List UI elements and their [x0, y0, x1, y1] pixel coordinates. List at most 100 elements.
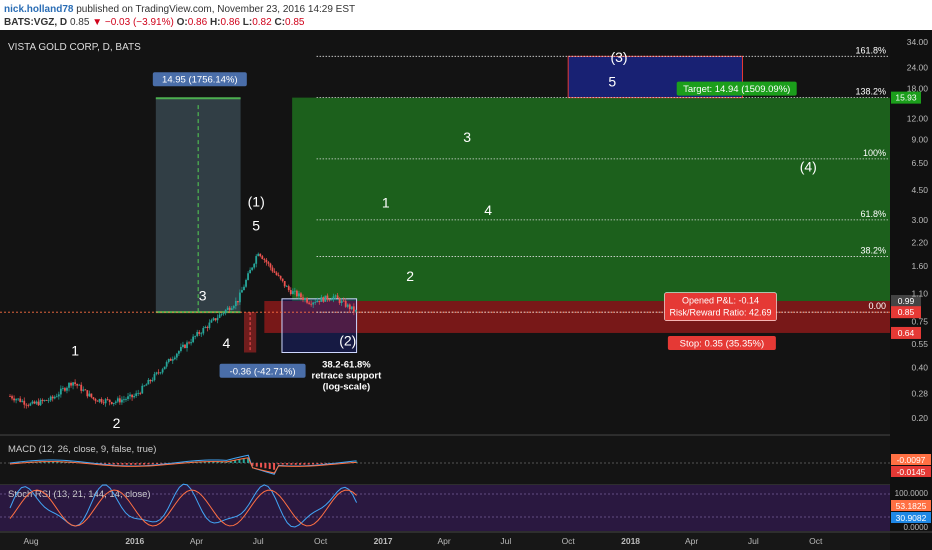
candle-body: [88, 393, 91, 397]
candle-body: [159, 372, 162, 374]
candle-body: [90, 393, 93, 398]
macd-bar: [147, 463, 150, 465]
wave-label: 5: [252, 217, 260, 233]
y-tick-label: 1.60: [911, 261, 928, 271]
fib-level-label: 100%: [863, 148, 886, 158]
candle-body: [196, 332, 199, 336]
candle-body: [35, 401, 38, 404]
macd-bar: [108, 463, 111, 465]
candle-body: [273, 271, 276, 273]
y-tick-label: 3.00: [911, 215, 928, 225]
macd-value-text: -0.0145: [897, 467, 926, 477]
candle-body: [302, 297, 304, 300]
macd-bar: [121, 463, 124, 465]
candle-body: [198, 332, 201, 334]
macd-bar: [307, 463, 310, 465]
wave-label: 3: [463, 129, 471, 145]
author-name[interactable]: nick.holland78: [4, 4, 73, 15]
candle-body: [80, 384, 83, 391]
candle-body: [320, 297, 323, 302]
candle-body: [204, 326, 207, 328]
wave-label: (3): [610, 49, 627, 65]
candle-body: [226, 307, 229, 310]
macd-bar: [299, 463, 302, 465]
price-change: −0.03 (−3.91%): [104, 17, 174, 28]
high-value: 0.86: [220, 17, 240, 28]
candle-body: [236, 300, 239, 303]
candle-body: [261, 256, 264, 260]
x-tick-label: Apr: [190, 536, 203, 546]
candle-body: [29, 403, 32, 406]
macd-bar: [138, 463, 141, 465]
price-chart[interactable]: 161.8% 138.2% 100% 61.8% 38.2% 0.00 14.95 (17…: [0, 30, 932, 550]
retrace-note: 38.2-61.8%: [322, 359, 371, 370]
candle-body: [125, 398, 127, 400]
wave-label: 1: [382, 195, 390, 211]
candle-body: [253, 263, 256, 268]
candle-body: [348, 304, 351, 310]
candle-body: [304, 298, 306, 300]
macd-bar: [290, 463, 293, 465]
candle-body: [21, 400, 24, 402]
candle-body: [167, 358, 170, 363]
candle-body: [169, 358, 172, 361]
candle-body: [192, 336, 195, 343]
low-label: L:: [242, 17, 253, 28]
candle-body: [153, 374, 156, 381]
candle-body: [285, 286, 288, 288]
macd-bar: [294, 463, 297, 465]
y-tick-label: 24.00: [907, 63, 929, 73]
x-tick-label: Oct: [314, 536, 328, 546]
fib-level-label: 161.8%: [855, 45, 886, 55]
candle-body: [118, 398, 121, 403]
candle-body: [245, 279, 247, 287]
candle-body: [145, 384, 148, 386]
price-badge-text: 15.93: [895, 93, 917, 103]
symbol-label: BATS:VGZ, D: [4, 17, 68, 28]
candle-body: [180, 346, 182, 352]
candle-body: [92, 397, 95, 399]
x-tick-label: Jul: [748, 536, 759, 546]
macd-value-text: -0.0097: [897, 455, 926, 465]
candle-body: [123, 399, 125, 401]
macd-bar: [130, 463, 133, 465]
fib-level-label: 38.2%: [860, 245, 886, 255]
candle-body: [300, 293, 302, 298]
candle-body: [84, 389, 87, 391]
candle-body: [259, 253, 262, 257]
chart-header: nick.holland78 published on TradingView.…: [0, 0, 932, 30]
candle-body: [131, 394, 133, 398]
candle-body: [74, 382, 77, 384]
candle-body: [328, 299, 331, 301]
wave-label: 5: [608, 74, 616, 90]
candle-body: [13, 398, 15, 401]
candle-body: [108, 399, 111, 403]
candle-body: [15, 399, 18, 401]
candle-body: [344, 300, 347, 307]
candle-body: [143, 385, 146, 387]
candle-body: [39, 399, 42, 406]
candle-body: [352, 306, 355, 312]
candle-body: [210, 320, 213, 323]
candle-body: [354, 310, 357, 312]
candle-body: [330, 299, 333, 301]
candle-body: [25, 404, 28, 406]
y-tick-label: 0.55: [911, 339, 928, 349]
y-tick-label: 9.00: [911, 134, 928, 144]
chart-title: VISTA GOLD CORP, D, BATS: [8, 42, 141, 53]
candle-body: [340, 300, 343, 304]
candle-body: [41, 399, 44, 401]
candle-body: [157, 372, 160, 374]
candle-body: [110, 402, 113, 404]
candle-body: [188, 342, 190, 344]
candle-body: [298, 293, 300, 297]
macd-bar: [156, 463, 159, 465]
candle-body: [147, 379, 150, 385]
candle-body: [306, 298, 308, 303]
candle-body: [251, 267, 254, 270]
macd-bar: [286, 463, 289, 465]
candle-body: [257, 253, 260, 257]
candle-body: [51, 396, 54, 399]
macd-bar: [242, 458, 245, 463]
candle-body: [263, 259, 266, 260]
